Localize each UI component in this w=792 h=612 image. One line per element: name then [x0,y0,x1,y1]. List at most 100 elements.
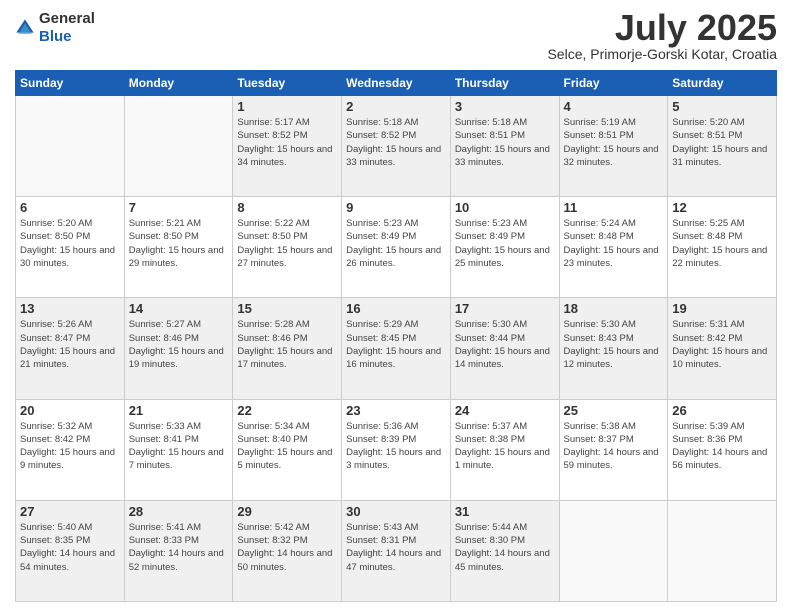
calendar-cell: 30 Sunrise: 5:43 AM Sunset: 8:31 PM Dayli… [342,500,451,601]
day-number: 1 [237,99,337,114]
day-detail: Sunrise: 5:20 AM Sunset: 8:50 PM Dayligh… [20,217,120,270]
day-detail: Sunrise: 5:23 AM Sunset: 8:49 PM Dayligh… [455,217,555,270]
calendar-cell: 23 Sunrise: 5:36 AM Sunset: 8:39 PM Dayli… [342,399,451,500]
calendar-cell: 25 Sunrise: 5:38 AM Sunset: 8:37 PM Dayli… [559,399,668,500]
calendar-cell: 10 Sunrise: 5:23 AM Sunset: 8:49 PM Dayli… [450,197,559,298]
day-number: 28 [129,504,229,519]
calendar-week-4: 20Sunrise: 5:32 AM Sunset: 8:42 PM Dayli… [16,399,777,500]
day-number: 31 [455,504,555,519]
day-number: 2 [346,99,446,114]
day-number: 26 [672,403,772,418]
calendar-cell: 26Sunrise: 5:39 AM Sunset: 8:36 PM Dayli… [668,399,777,500]
day-detail: Sunrise: 5:44 AM Sunset: 8:30 PM Dayligh… [455,521,555,574]
day-detail: Sunrise: 5:18 AM Sunset: 8:52 PM Dayligh… [346,116,446,169]
calendar-cell: 7 Sunrise: 5:21 AM Sunset: 8:50 PM Daylig… [124,197,233,298]
day-number: 15 [237,301,337,316]
calendar-cell: 27 Sunrise: 5:40 AM Sunset: 8:35 PM Dayli… [16,500,125,601]
calendar-week-1: 1 Sunrise: 5:17 AM Sunset: 8:52 PM Daylig… [16,96,777,197]
calendar-cell: 21 Sunrise: 5:33 AM Sunset: 8:41 PM Dayli… [124,399,233,500]
day-number: 9 [346,200,446,215]
header: General Blue July 2025 Selce, Primorje-G… [15,10,777,62]
calendar-cell [124,96,233,197]
day-detail: Sunrise: 5:41 AM Sunset: 8:33 PM Dayligh… [129,521,229,574]
day-number: 5 [672,99,772,114]
day-number: 14 [129,301,229,316]
day-number: 7 [129,200,229,215]
day-number: 10 [455,200,555,215]
day-number: 23 [346,403,446,418]
day-detail: Sunrise: 5:26 AM Sunset: 8:47 PM Dayligh… [20,318,120,371]
calendar-cell: 12 Sunrise: 5:25 AM Sunset: 8:48 PM Dayli… [668,197,777,298]
day-detail: Sunrise: 5:23 AM Sunset: 8:49 PM Dayligh… [346,217,446,270]
day-detail: Sunrise: 5:42 AM Sunset: 8:32 PM Dayligh… [237,521,337,574]
day-number: 6 [20,200,120,215]
day-detail: Sunrise: 5:30 AM Sunset: 8:43 PM Dayligh… [564,318,664,371]
calendar-cell: 29 Sunrise: 5:42 AM Sunset: 8:32 PM Dayli… [233,500,342,601]
calendar-cell: 6 Sunrise: 5:20 AM Sunset: 8:50 PM Daylig… [16,197,125,298]
title-block: July 2025 Selce, Primorje-Gorski Kotar, … [547,10,777,62]
day-number: 13 [20,301,120,316]
calendar-cell: 1 Sunrise: 5:17 AM Sunset: 8:52 PM Daylig… [233,96,342,197]
logo-text: General Blue [39,10,95,46]
calendar-cell: 24Sunrise: 5:37 AM Sunset: 8:38 PM Dayli… [450,399,559,500]
calendar-cell: 31 Sunrise: 5:44 AM Sunset: 8:30 PM Dayli… [450,500,559,601]
day-number: 3 [455,99,555,114]
calendar-cell: 22Sunrise: 5:34 AM Sunset: 8:40 PM Dayli… [233,399,342,500]
day-detail: Sunrise: 5:30 AM Sunset: 8:44 PM Dayligh… [455,318,555,371]
day-number: 12 [672,200,772,215]
calendar-cell: 2 Sunrise: 5:18 AM Sunset: 8:52 PM Daylig… [342,96,451,197]
calendar-cell: 17Sunrise: 5:30 AM Sunset: 8:44 PM Dayli… [450,298,559,399]
day-number: 29 [237,504,337,519]
day-number: 24 [455,403,555,418]
day-number: 11 [564,200,664,215]
day-detail: Sunrise: 5:33 AM Sunset: 8:41 PM Dayligh… [129,420,229,473]
weekday-header-wednesday: Wednesday [342,71,451,96]
day-number: 30 [346,504,446,519]
day-number: 21 [129,403,229,418]
weekday-header-saturday: Saturday [668,71,777,96]
calendar-cell: 18 Sunrise: 5:30 AM Sunset: 8:43 PM Dayli… [559,298,668,399]
calendar-cell: 11 Sunrise: 5:24 AM Sunset: 8:48 PM Dayli… [559,197,668,298]
day-detail: Sunrise: 5:43 AM Sunset: 8:31 PM Dayligh… [346,521,446,574]
calendar-cell: 4 Sunrise: 5:19 AM Sunset: 8:51 PM Daylig… [559,96,668,197]
day-detail: Sunrise: 5:25 AM Sunset: 8:48 PM Dayligh… [672,217,772,270]
day-detail: Sunrise: 5:27 AM Sunset: 8:46 PM Dayligh… [129,318,229,371]
day-number: 4 [564,99,664,114]
weekday-header-friday: Friday [559,71,668,96]
day-detail: Sunrise: 5:31 AM Sunset: 8:42 PM Dayligh… [672,318,772,371]
day-detail: Sunrise: 5:29 AM Sunset: 8:45 PM Dayligh… [346,318,446,371]
weekday-header-tuesday: Tuesday [233,71,342,96]
day-detail: Sunrise: 5:38 AM Sunset: 8:37 PM Dayligh… [564,420,664,473]
calendar-cell [559,500,668,601]
calendar-cell: 28 Sunrise: 5:41 AM Sunset: 8:33 PM Dayli… [124,500,233,601]
weekday-header-sunday: Sunday [16,71,125,96]
logo-icon [15,18,35,38]
logo: General Blue [15,10,95,46]
day-number: 20 [20,403,120,418]
calendar-cell: 14 Sunrise: 5:27 AM Sunset: 8:46 PM Dayli… [124,298,233,399]
logo-general: General [39,10,95,27]
day-number: 22 [237,403,337,418]
calendar-cell: 3 Sunrise: 5:18 AM Sunset: 8:51 PM Daylig… [450,96,559,197]
calendar-cell: 20Sunrise: 5:32 AM Sunset: 8:42 PM Dayli… [16,399,125,500]
day-number: 19 [672,301,772,316]
calendar-cell: 8Sunrise: 5:22 AM Sunset: 8:50 PM Daylig… [233,197,342,298]
day-detail: Sunrise: 5:18 AM Sunset: 8:51 PM Dayligh… [455,116,555,169]
page: General Blue July 2025 Selce, Primorje-G… [0,0,792,612]
calendar-table: SundayMondayTuesdayWednesdayThursdayFrid… [15,70,777,602]
calendar-cell [668,500,777,601]
day-detail: Sunrise: 5:24 AM Sunset: 8:48 PM Dayligh… [564,217,664,270]
day-number: 27 [20,504,120,519]
calendar-week-3: 13 Sunrise: 5:26 AM Sunset: 8:47 PM Dayli… [16,298,777,399]
day-detail: Sunrise: 5:17 AM Sunset: 8:52 PM Dayligh… [237,116,337,169]
day-number: 18 [564,301,664,316]
calendar-cell: 9 Sunrise: 5:23 AM Sunset: 8:49 PM Daylig… [342,197,451,298]
day-detail: Sunrise: 5:19 AM Sunset: 8:51 PM Dayligh… [564,116,664,169]
day-detail: Sunrise: 5:40 AM Sunset: 8:35 PM Dayligh… [20,521,120,574]
day-detail: Sunrise: 5:21 AM Sunset: 8:50 PM Dayligh… [129,217,229,270]
day-detail: Sunrise: 5:28 AM Sunset: 8:46 PM Dayligh… [237,318,337,371]
day-detail: Sunrise: 5:36 AM Sunset: 8:39 PM Dayligh… [346,420,446,473]
day-number: 25 [564,403,664,418]
calendar-week-2: 6 Sunrise: 5:20 AM Sunset: 8:50 PM Daylig… [16,197,777,298]
weekday-header-monday: Monday [124,71,233,96]
